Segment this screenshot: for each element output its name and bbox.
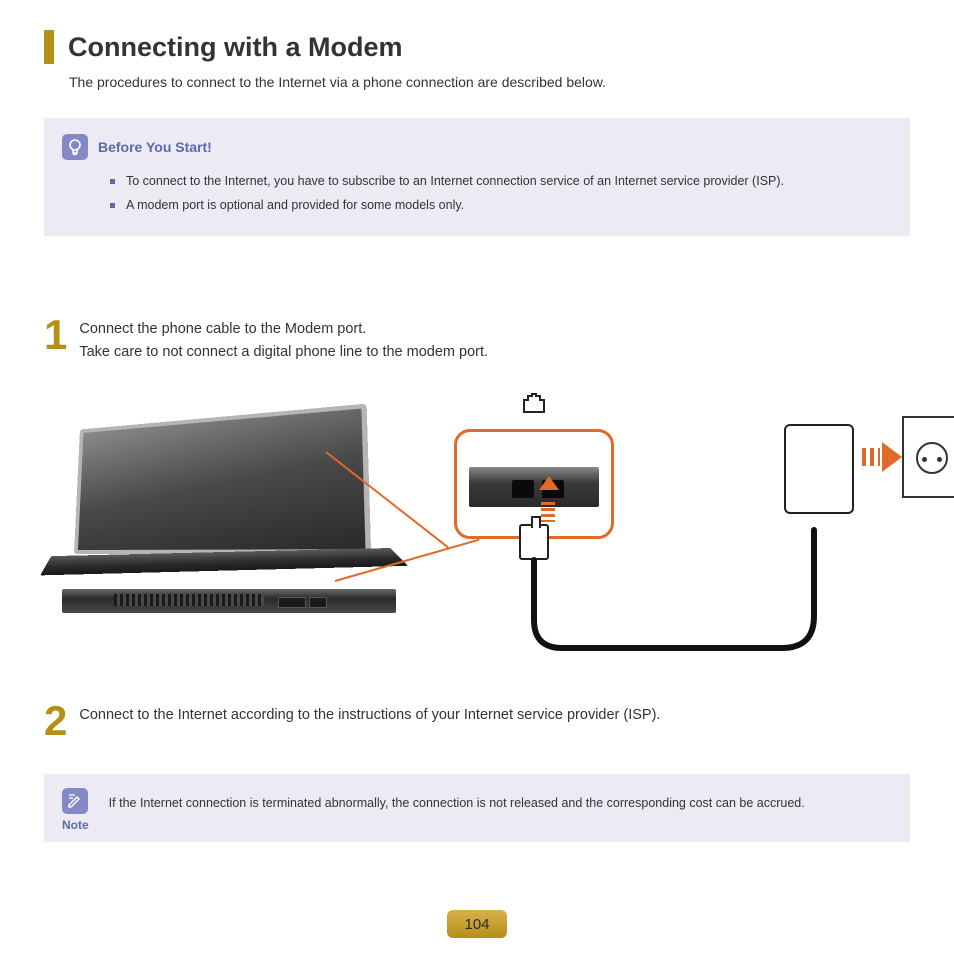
note-callout: Note If the Internet connection is termi… <box>44 774 910 842</box>
connection-diagram <box>44 394 910 674</box>
page-title: Connecting with a Modem <box>68 32 403 63</box>
title-accent-bar <box>44 30 54 64</box>
page-subtitle: The procedures to connect to the Interne… <box>69 74 910 90</box>
lightbulb-icon <box>62 134 88 160</box>
note-label: Note <box>62 818 89 832</box>
insert-arrow-trail <box>541 502 555 522</box>
power-adapter-illustration <box>784 424 854 514</box>
title-row: Connecting with a Modem <box>44 30 910 64</box>
step-1-line-1: Connect the phone cable to the Modem por… <box>79 318 488 341</box>
step-1-line-2: Take care to not connect a digital phone… <box>79 341 488 364</box>
plug-arrow-icon <box>882 442 902 472</box>
step-2-number: 2 <box>44 702 67 740</box>
rj11-plug-illustration <box>519 524 549 560</box>
before-item-2: A modem port is optional and provided fo… <box>110 194 892 218</box>
before-you-start-callout: Before You Start! To connect to the Inte… <box>44 118 910 236</box>
step-1-number: 1 <box>44 316 67 354</box>
step-1-text: Connect the phone cable to the Modem por… <box>79 316 488 364</box>
plug-arrow-trail <box>862 448 880 466</box>
page-number: 104 <box>464 916 489 933</box>
before-item-1: To connect to the Internet, you have to … <box>110 170 892 194</box>
page-number-badge: 104 <box>447 910 507 938</box>
laptop-illustration <box>14 424 414 644</box>
note-text: If the Internet connection is terminated… <box>109 788 805 810</box>
before-you-start-list: To connect to the Internet, you have to … <box>110 170 892 218</box>
phone-cable-illustration <box>532 560 812 650</box>
modem-port-icon <box>522 392 546 414</box>
before-you-start-heading: Before You Start! <box>98 139 212 155</box>
note-pencil-icon <box>62 788 88 814</box>
step-2-text: Connect to the Internet according to the… <box>79 702 660 727</box>
step-2: 2 Connect to the Internet according to t… <box>44 702 910 740</box>
step-1: 1 Connect the phone cable to the Modem p… <box>44 316 910 364</box>
wall-socket-illustration <box>902 416 954 498</box>
